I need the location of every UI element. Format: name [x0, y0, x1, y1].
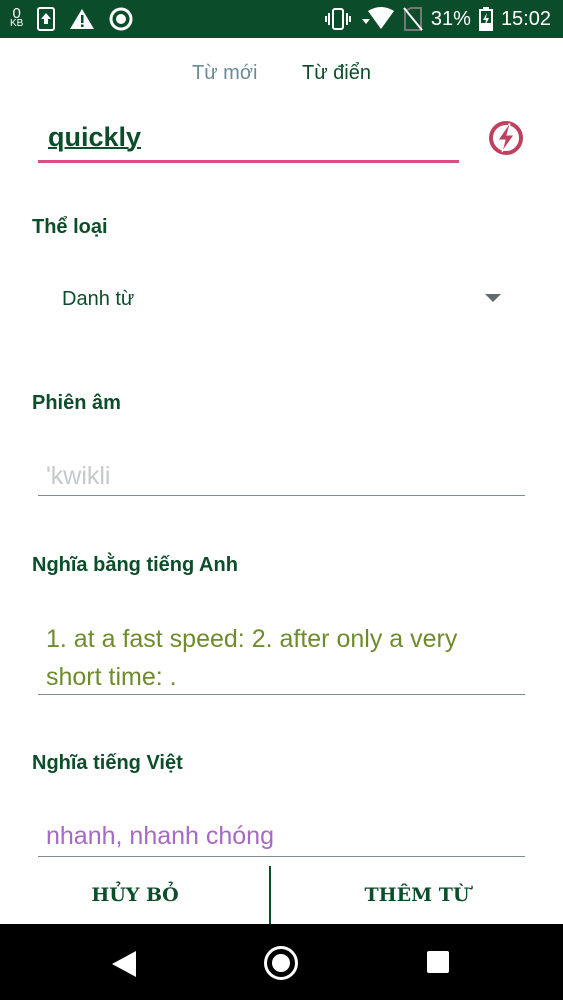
category-label: Thể loại [32, 216, 108, 238]
recent-apps-icon[interactable] [427, 951, 449, 973]
home-icon[interactable] [264, 946, 298, 980]
action-divider [269, 866, 271, 924]
word-input[interactable]: quickly [38, 120, 459, 163]
vietnamese-meaning-underline [38, 856, 525, 857]
upload-icon [37, 7, 56, 31]
back-icon[interactable] [112, 951, 136, 977]
battery-percent: 31% [430, 7, 471, 30]
status-bar: 0 KB 31% 15:02 [0, 0, 563, 38]
chevron-down-icon[interactable] [485, 294, 501, 302]
no-sim-icon [403, 7, 423, 31]
action-bar: HỦY BỎ THÊM TỪ [0, 866, 563, 924]
word-input-value[interactable]: quickly [48, 122, 141, 153]
net-speed-unit: KB [10, 18, 24, 29]
wifi-icon [359, 7, 395, 31]
phonetic-underline [38, 495, 525, 496]
english-meaning-label: Nghĩa bằng tiếng Anh [32, 554, 238, 576]
english-meaning-underline [38, 694, 525, 695]
tab-bar: Từ mới Từ điển [0, 62, 563, 92]
vibrate-icon [324, 8, 351, 30]
english-meaning-input[interactable]: 1. at a fast speed: 2. after only a very… [46, 620, 516, 696]
battery-icon [478, 7, 493, 31]
phonetic-label: Phiên âm [32, 392, 121, 414]
clock: 15:02 [500, 7, 551, 30]
tab-dictionary[interactable]: Từ điển [302, 62, 371, 85]
warning-icon [69, 8, 95, 30]
phonetic-input[interactable]: 'kwikli [46, 462, 111, 491]
tab-new-words[interactable]: Từ mới [192, 62, 257, 85]
cancel-button[interactable]: HỦY BỎ [0, 866, 270, 924]
add-word-button[interactable]: THÊM TỪ [271, 866, 563, 924]
category-select[interactable]: Danh từ [62, 288, 134, 311]
record-icon [109, 7, 133, 31]
vietnamese-meaning-label: Nghĩa tiếng Việt [32, 752, 183, 774]
net-speed-indicator: 0 KB [10, 6, 24, 29]
lightning-icon[interactable] [488, 120, 524, 156]
vietnamese-meaning-input[interactable]: nhanh, nhanh chóng [46, 822, 274, 851]
